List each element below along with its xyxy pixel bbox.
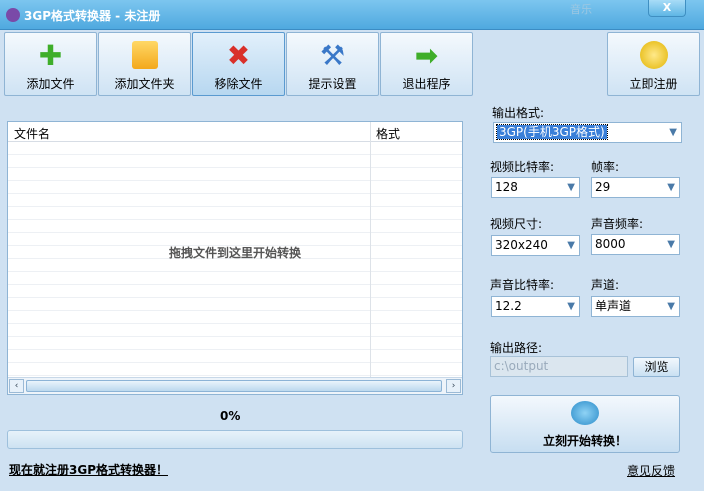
arrow-right-icon: ➡ [414,39,439,72]
chevron-down-icon: ▼ [567,301,575,312]
chevron-down-icon: ▼ [567,240,575,251]
progress-text: 0% [220,409,241,423]
folder-icon [131,41,158,69]
chevron-down-icon: ▼ [667,301,675,312]
coin-icon [639,41,668,69]
horizontal-scrollbar[interactable]: ‹ › [8,377,462,394]
video-bitrate-label: 视频比特率: [490,160,555,174]
button-label: 提示设置 [308,77,357,91]
audio-bitrate-label: 声音比特率: [490,278,555,292]
remove-file-button[interactable]: ✖ 移除文件 [192,32,285,96]
button-label: 立刻开始转换！ [542,434,627,448]
video-size-select[interactable]: 320x240 ▼ [491,235,580,256]
feedback-link[interactable]: 意见反馈 [627,462,675,479]
column-format[interactable]: 格式 [376,125,400,142]
video-bitrate-select[interactable]: 128 ▼ [491,177,580,198]
column-filename[interactable]: 文件名 [14,125,50,142]
channel-label: 声道: [591,278,620,292]
scroll-left-icon[interactable]: ‹ [9,379,24,393]
progress-bar [7,430,463,449]
channel-select[interactable]: 单声道 ▼ [591,296,680,317]
audio-bitrate-select[interactable]: 12.2 ▼ [491,296,580,317]
output-path-label: 输出路径: [490,341,543,355]
convert-icon [571,401,599,425]
file-list[interactable]: 文件名 格式 拖拽文件到这里开始转换 ‹ › [7,121,463,395]
button-label: 立即注册 [629,77,678,91]
music-label: 音乐 [570,3,592,16]
select-value: 3GP(手机3GP格式) [496,124,608,140]
add-file-button[interactable]: ✚ 添加文件 [4,32,97,96]
select-value: 320x240 [495,238,548,252]
frame-rate-label: 帧率: [591,160,620,174]
browse-button[interactable]: 浏览 [633,357,680,377]
window-title: 3GP格式转换器 - 未注册 [24,9,161,23]
button-label: 退出程序 [402,77,451,91]
close-button[interactable]: X [648,0,686,17]
select-value: 29 [595,180,611,194]
output-path-input[interactable]: c:\output [490,356,628,377]
settings-button[interactable]: ⚒ 提示设置 [286,32,379,96]
audio-rate-label: 声音频率: [591,217,644,231]
select-value: 8000 [595,237,626,251]
select-value: 单声道 [595,299,632,313]
x-icon: ✖ [226,39,251,72]
chevron-down-icon: ▼ [667,182,675,193]
add-folder-button[interactable]: 添加文件夹 [98,32,191,96]
chevron-down-icon: ▼ [567,182,575,193]
button-label: 添加文件 [26,77,75,91]
register-button[interactable]: 立即注册 [607,32,700,96]
exit-button[interactable]: ➡ 退出程序 [380,32,473,96]
button-label: 添加文件夹 [114,77,175,91]
list-header: 文件名 格式 [8,122,462,142]
select-value: 128 [495,180,518,194]
audio-rate-select[interactable]: 8000 ▼ [591,234,680,255]
plus-icon: ✚ [38,39,63,72]
frame-rate-select[interactable]: 29 ▼ [591,177,680,198]
button-label: 移除文件 [214,77,263,91]
app-icon [6,8,20,22]
output-format-select[interactable]: 3GP(手机3GP格式) ▼ [493,122,682,143]
select-value: 12.2 [495,299,522,313]
output-format-label: 输出格式: [492,106,545,120]
scroll-thumb[interactable] [26,380,442,392]
register-link[interactable]: 现在就注册3GP格式转换器！ [9,461,168,478]
tools-icon: ⚒ [319,39,346,72]
chevron-down-icon: ▼ [669,127,677,138]
video-size-label: 视频尺寸: [490,217,543,231]
start-convert-button[interactable]: 立刻开始转换！ [490,395,680,453]
scroll-right-icon[interactable]: › [446,379,461,393]
drop-hint: 拖拽文件到这里开始转换 [168,246,301,260]
chevron-down-icon: ▼ [667,239,675,250]
title-bar: 3GP格式转换器 - 未注册 音乐 X [0,0,704,30]
